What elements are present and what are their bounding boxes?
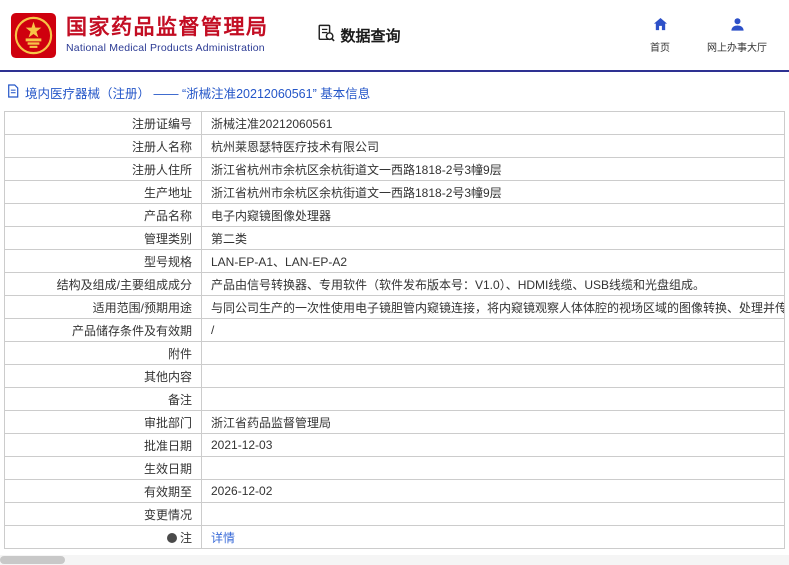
nav-service-hall[interactable]: 网上办事大厅 — [707, 17, 767, 54]
table-row: 结构及组成/主要组成成分 产品由信号转换器、专用软件（软件发布版本号：V1.0）… — [4, 272, 785, 296]
field-label: 型号规格 — [4, 249, 202, 273]
field-value: / — [201, 318, 785, 342]
field-label: 注册人名称 — [4, 134, 202, 158]
field-value — [201, 456, 785, 480]
field-value: 浙江省杭州市余杭区余杭街道文一西路1818-2号3幢9层 — [201, 157, 785, 181]
table-row: 产品储存条件及有效期 / — [4, 318, 785, 342]
agency-title-block: 国家药品监督管理局 National Medical Products Admi… — [66, 16, 269, 54]
field-value: 杭州莱恩瑟特医疗技术有限公司 — [201, 134, 785, 158]
table-row: 注 详情 — [4, 525, 785, 549]
table-row: 有效期至 2026-12-02 — [4, 479, 785, 503]
field-value — [201, 341, 785, 365]
horizontal-scrollbar-track — [0, 555, 789, 565]
field-value — [201, 502, 785, 526]
breadcrumb-text: 境内医疗器械（注册） —— “浙械注准20212060561” 基本信息 — [25, 87, 371, 101]
person-icon — [730, 17, 745, 35]
data-query-label: 数据查询 — [340, 27, 401, 45]
field-label: 其他内容 — [4, 364, 202, 388]
table-row: 产品名称 电子内窥镜图像处理器 — [4, 203, 785, 227]
table-row: 附件 — [4, 341, 785, 365]
table-row: 生产地址 浙江省杭州市余杭区余杭街道文一西路1818-2号3幢9层 — [4, 180, 785, 204]
field-value — [201, 364, 785, 388]
nmpa-logo — [10, 12, 57, 59]
agency-name-en: National Medical Products Administration — [66, 42, 265, 55]
field-value: 详情 — [201, 525, 785, 549]
field-label: 产品储存条件及有效期 — [4, 318, 202, 342]
field-value: 2026-12-02 — [201, 479, 785, 503]
table-row: 注册人名称 杭州莱恩瑟特医疗技术有限公司 — [4, 134, 785, 158]
nav-data-query[interactable]: 数据查询 — [317, 24, 401, 46]
table-row: 审批部门 浙江省药品监督管理局 — [4, 410, 785, 434]
table-row: 型号规格 LAN-EP-A1、LAN-EP-A2 — [4, 249, 785, 273]
field-value: 浙械注准20212060561 — [201, 111, 785, 135]
field-value — [201, 387, 785, 411]
note-icon — [166, 532, 177, 543]
field-label: 附件 — [4, 341, 202, 365]
site-header: 国家药品监督管理局 National Medical Products Admi… — [0, 0, 789, 70]
table-row: 适用范围/预期用途 与同公司生产的一次性使用电子镜胆管内窥镜连接，将内窥镜观察人… — [4, 295, 785, 319]
field-label: 生产地址 — [4, 180, 202, 204]
service-hall-label: 网上办事大厅 — [707, 42, 767, 54]
data-query-icon — [317, 24, 335, 46]
field-value: 电子内窥镜图像处理器 — [201, 203, 785, 227]
home-icon — [653, 17, 668, 35]
field-label: 注册证编号 — [4, 111, 202, 135]
table-row: 生效日期 — [4, 456, 785, 480]
field-label: 批准日期 — [4, 433, 202, 457]
home-label: 首页 — [650, 42, 670, 54]
table-row: 变更情况 — [4, 502, 785, 526]
field-value: 浙江省杭州市余杭区余杭街道文一西路1818-2号3幢9层 — [201, 180, 785, 204]
details-link[interactable]: 详情 — [211, 531, 235, 545]
horizontal-scrollbar-thumb[interactable] — [0, 556, 65, 564]
table-row: 其他内容 — [4, 364, 785, 388]
field-label: 适用范围/预期用途 — [4, 295, 202, 319]
breadcrumb: 境内医疗器械（注册） —— “浙械注准20212060561” 基本信息 — [0, 72, 789, 111]
note-label: 注 — [179, 530, 192, 545]
table-row: 备注 — [4, 387, 785, 411]
field-label: 生效日期 — [4, 456, 202, 480]
header-nav: 首页 网上办事大厅 — [643, 17, 767, 54]
field-label: 注 — [4, 525, 202, 549]
field-label: 备注 — [4, 387, 202, 411]
field-label: 有效期至 — [4, 479, 202, 503]
field-value: 2021-12-03 — [201, 433, 785, 457]
field-value: 与同公司生产的一次性使用电子镜胆管内窥镜连接，将内窥镜观察人体体腔的视场区域的图… — [201, 295, 785, 319]
field-label: 管理类别 — [4, 226, 202, 250]
field-label: 产品名称 — [4, 203, 202, 227]
registration-info-table: 注册证编号 浙械注准20212060561 注册人名称 杭州莱恩瑟特医疗技术有限… — [4, 111, 785, 549]
field-label: 审批部门 — [4, 410, 202, 434]
table-row: 管理类别 第二类 — [4, 226, 785, 250]
field-value: 第二类 — [201, 226, 785, 250]
nav-home[interactable]: 首页 — [643, 17, 677, 54]
field-label: 结构及组成/主要组成成分 — [4, 272, 202, 296]
field-value: 产品由信号转换器、专用软件（软件发布版本号：V1.0）、HDMI线缆、USB线缆… — [201, 272, 785, 296]
table-row: 注册证编号 浙械注准20212060561 — [4, 111, 785, 135]
document-icon — [7, 84, 19, 101]
field-label: 变更情况 — [4, 502, 202, 526]
field-value: 浙江省药品监督管理局 — [201, 410, 785, 434]
field-value: LAN-EP-A1、LAN-EP-A2 — [201, 249, 785, 273]
table-row: 批准日期 2021-12-03 — [4, 433, 785, 457]
agency-name-cn: 国家药品监督管理局 — [66, 15, 269, 39]
table-row: 注册人住所 浙江省杭州市余杭区余杭街道文一西路1818-2号3幢9层 — [4, 157, 785, 181]
field-label: 注册人住所 — [4, 157, 202, 181]
